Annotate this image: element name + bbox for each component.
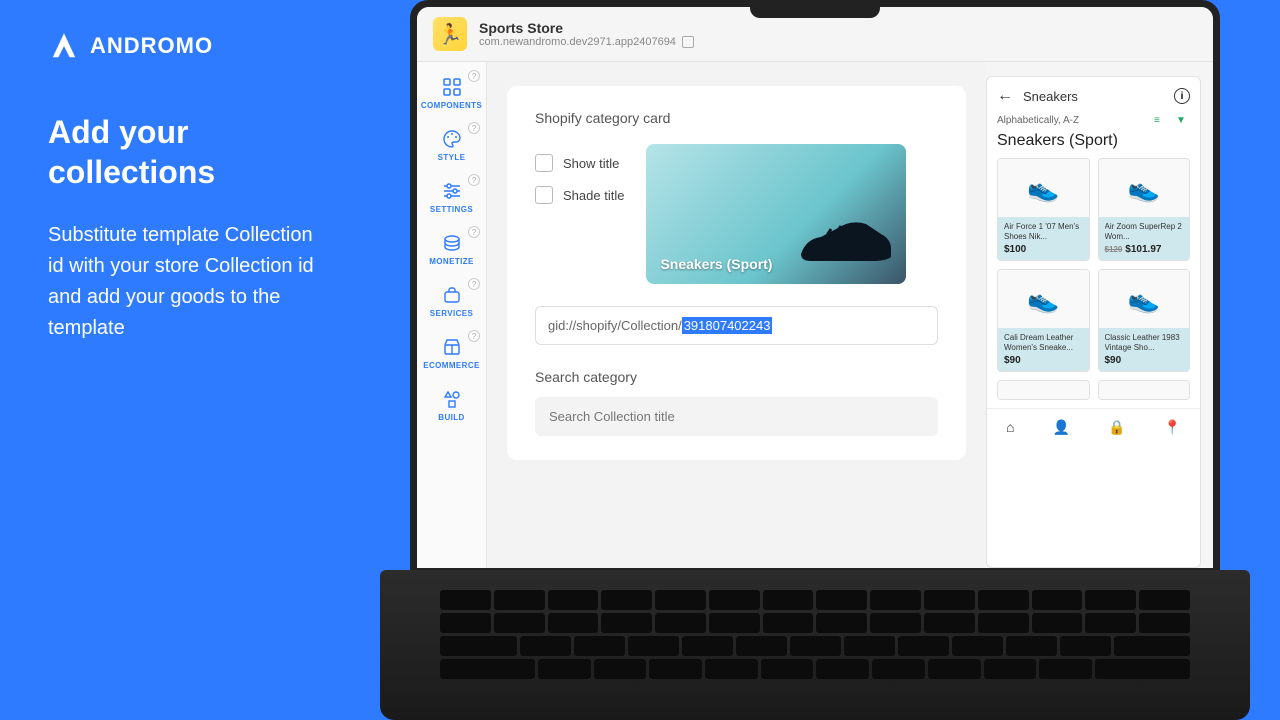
sidebar-item-build[interactable]: BUILD [417,380,486,432]
sidebar-item-components[interactable]: ? COMPONENTS [417,68,486,120]
home-icon[interactable]: ⌂ [1006,419,1014,436]
product-old-price: $120 [1105,245,1123,254]
sidebar-item-label: SETTINGS [430,205,473,214]
sidebar-item-style[interactable]: ? STYLE [417,120,486,172]
product-card[interactable]: 👟 [1098,380,1191,400]
brand-logo: ANDROMO [48,30,328,62]
checkbox-label: Shade title [563,188,624,203]
product-image: 👟 [998,381,1089,400]
briefcase-icon [441,284,463,306]
checkbox-icon [535,186,553,204]
app-icon: 🏃 [433,17,467,51]
phone-preview: ← Sneakers i Alphabetically, A-Z ≡ ▼ Sne… [986,76,1201,568]
category-preview: Sneakers (Sport) [646,144,906,284]
laptop-mockup: 🏃 Sports Store com.newandromo.dev2971.ap… [380,0,1250,720]
section-title: Shopify category card [535,110,938,126]
help-icon[interactable]: ? [468,226,480,238]
sidebar-item-label: SERVICES [430,309,474,318]
headline: Add your collections [48,112,328,192]
product-image: 👟 [1099,270,1190,328]
brand-name: ANDROMO [90,33,213,59]
help-icon[interactable]: ? [468,278,480,290]
gid-selected-value: 391807402243 [682,317,773,334]
collection-id-input[interactable]: gid://shopify/Collection/391807402243 [535,306,938,345]
left-sidebar: ? COMPONENTS ? STYLE ? SETTINGS [417,62,487,568]
product-image: 👟 [998,270,1089,328]
help-icon[interactable]: ? [468,70,480,82]
product-image: 👟 [998,159,1089,217]
subtext: Substitute template Collection id with y… [48,220,328,344]
sidebar-item-label: STYLE [438,153,466,162]
product-image: 👟 [1099,159,1190,217]
product-card[interactable]: 👟 Cali Dream Leather Women's Sneake... $… [997,269,1090,372]
grid-icon [441,76,463,98]
help-icon[interactable]: ? [468,174,480,186]
sidebar-item-label: MONETIZE [429,257,474,266]
sliders-icon [441,180,463,202]
checkbox-icon [535,154,553,172]
preview-label: Sneakers (Sport) [660,256,772,272]
sidebar-item-label: COMPONENTS [421,101,482,110]
app-package: com.newandromo.dev2971.app2407694 [479,36,676,48]
checkbox-label: Show title [563,156,619,171]
shapes-icon [441,388,463,410]
product-name: Air Zoom SuperRep 2 Wom... [1105,222,1184,242]
help-icon[interactable]: ? [468,122,480,134]
phone-header-title: Sneakers [1023,89,1164,104]
sidebar-item-monetize[interactable]: ? MONETIZE [417,224,486,276]
gid-prefix: gid://shopify/Collection/ [548,318,682,333]
product-name: Air Force 1 '07 Men's Shoes Nik... [1004,222,1083,242]
show-title-checkbox[interactable]: Show title [535,154,624,172]
product-price: $100 [1004,244,1083,255]
location-icon[interactable]: 📍 [1164,419,1181,436]
user-icon[interactable]: 👤 [1053,419,1070,436]
shade-title-checkbox[interactable]: Shade title [535,186,624,204]
product-price: $90 [1004,355,1083,366]
sort-label[interactable]: Alphabetically, A-Z [997,115,1079,126]
sidebar-item-services[interactable]: ? SERVICES [417,276,486,328]
search-section-title: Search category [535,369,938,385]
app-title: Sports Store [479,20,694,36]
product-card[interactable]: 👟 Classic Leather 1983 Vintage Sho... $9… [1098,269,1191,372]
copy-icon[interactable] [682,36,694,48]
sidebar-item-label: ECOMMERCE [423,361,480,370]
product-price: $101.97 [1125,244,1161,255]
product-name: Cali Dream Leather Women's Sneake... [1004,333,1083,353]
sidebar-item-settings[interactable]: ? SETTINGS [417,172,486,224]
product-image: 👟 [1099,381,1190,400]
bag-icon[interactable]: 🔒 [1108,419,1125,436]
store-icon [441,336,463,358]
sort-icon[interactable]: ≡ [1154,115,1168,126]
filter-icon[interactable]: ▼ [1176,115,1190,126]
info-icon[interactable]: i [1174,88,1190,104]
help-icon[interactable]: ? [468,330,480,342]
andromo-logo-icon [48,30,80,62]
back-arrow-icon[interactable]: ← [997,87,1013,105]
sidebar-item-ecommerce[interactable]: ? ECOMMERCE [417,328,486,380]
shopify-category-card: Shopify category card Show title Shade t… [507,86,966,460]
category-title: Sneakers (Sport) [987,130,1200,158]
product-card[interactable]: 👟 Air Force 1 '07 Men's Shoes Nik... $10… [997,158,1090,261]
sidebar-item-label: BUILD [438,413,464,422]
bottom-nav: ⌂ 👤 🔒 📍 [987,408,1200,444]
product-card[interactable]: 👟 Air Zoom SuperRep 2 Wom... $120$101.97 [1098,158,1191,261]
search-collection-input[interactable] [535,397,938,436]
product-name: Classic Leather 1983 Vintage Sho... [1105,333,1184,353]
coins-icon [441,232,463,254]
product-price: $90 [1105,355,1184,366]
product-card[interactable]: 👟 [997,380,1090,400]
palette-icon [441,128,463,150]
sneaker-icon [796,209,896,269]
